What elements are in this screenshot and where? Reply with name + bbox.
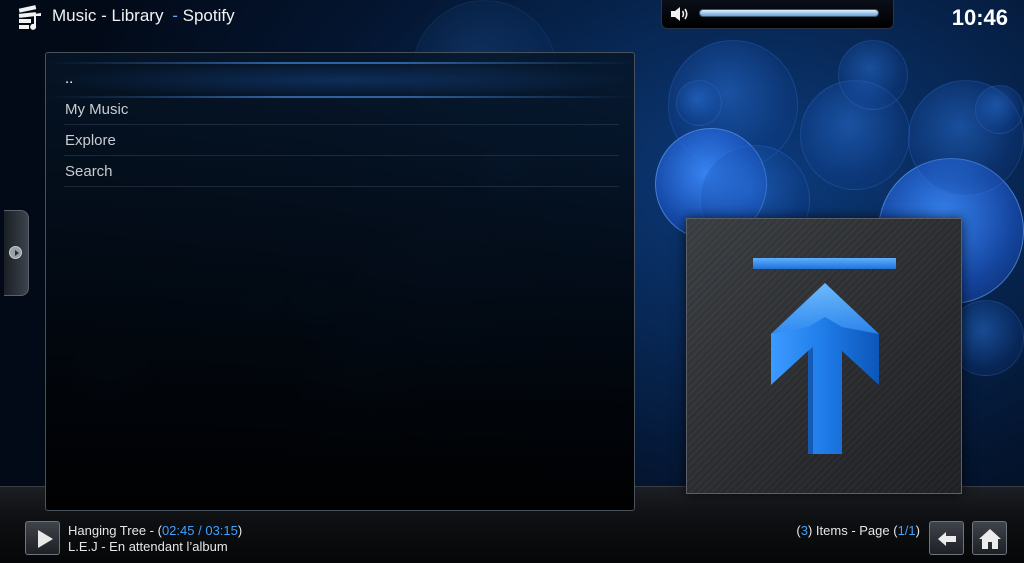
items-text: ) Items - Page ( xyxy=(807,523,898,538)
bokeh-bubble xyxy=(676,80,722,126)
volume-slider-fill xyxy=(700,10,878,16)
bokeh-bubble xyxy=(838,40,908,110)
items-page-info: (3) Items - Page (1/1) xyxy=(796,523,920,538)
page-total: 1 xyxy=(908,523,916,538)
volume-bar[interactable] xyxy=(661,0,894,29)
addon-title: - Spotify xyxy=(172,6,234,25)
now-playing-title: Hanging Tree - (02:45 / 03:15) xyxy=(68,523,242,538)
list-item-label: Explore xyxy=(65,132,116,149)
file-list-panel: .. My Music Explore Search xyxy=(45,52,635,511)
now-playing-subtitle: L.E.J - En attendant l’album xyxy=(68,539,228,554)
track-title: Hanging Tree xyxy=(68,523,147,538)
speaker-icon[interactable] xyxy=(670,5,690,23)
list-item-label: .. xyxy=(65,70,74,87)
page-close: ) xyxy=(915,523,920,538)
bokeh-bubble xyxy=(975,85,1024,134)
page-current: 1 xyxy=(897,523,905,538)
addon-separator: - xyxy=(172,6,178,25)
list-item-search[interactable]: Search xyxy=(64,156,619,187)
list-item-explore[interactable]: Explore xyxy=(64,125,619,156)
items-count: 3 xyxy=(800,523,808,538)
list-item-label: My Music xyxy=(65,101,129,118)
side-menu-arrow-icon[interactable] xyxy=(9,246,22,259)
play-button[interactable] xyxy=(25,521,60,555)
list-item-my-music[interactable]: My Music xyxy=(64,94,619,125)
list-item-label: Search xyxy=(65,163,113,180)
volume-slider[interactable] xyxy=(699,9,879,17)
back-arrow-icon xyxy=(938,532,956,546)
back-button[interactable] xyxy=(929,521,964,555)
track-time-open: - ( xyxy=(146,523,162,538)
home-icon xyxy=(979,529,1001,549)
list-item-parent-folder[interactable]: .. xyxy=(64,63,619,94)
parent-folder-up-arrow-icon xyxy=(753,258,896,454)
item-thumbnail xyxy=(686,218,962,494)
track-elapsed: 02:45 xyxy=(161,523,195,538)
addon-name: Spotify xyxy=(182,6,235,25)
side-menu-tab[interactable] xyxy=(4,210,29,296)
home-button[interactable] xyxy=(972,521,1007,555)
music-library-icon xyxy=(17,5,43,31)
track-time-close: ) xyxy=(237,523,243,538)
clock: 10:46 xyxy=(951,5,1008,30)
window-title: Music - Library - Spotify xyxy=(52,6,235,26)
track-time-sep: / xyxy=(194,523,206,538)
track-duration: 03:15 xyxy=(205,523,238,538)
window-title-text: Music - Library xyxy=(52,6,164,25)
